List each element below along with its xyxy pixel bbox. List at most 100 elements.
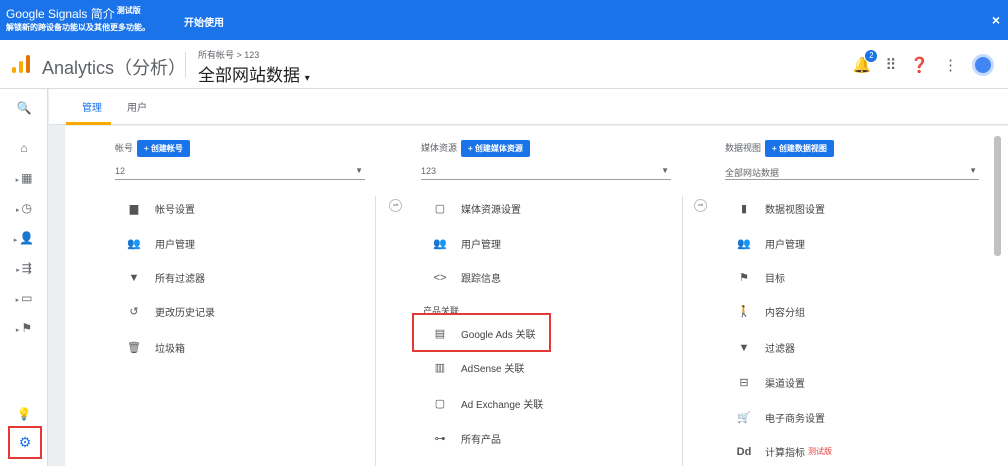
account-settings[interactable]: ▆ 帐号设置 (125, 201, 195, 216)
view-selector-label: 全部网站数据 (198, 66, 300, 85)
header-actions: 🔔 2 ⠿ ❓ ⋮ (853, 50, 994, 76)
column-toggle-icon[interactable]: ⇒ (389, 199, 402, 212)
calculated-metrics[interactable]: Dd 计算指标 测试版 (735, 444, 832, 460)
column-toggle-icon[interactable]: ⇒ (694, 199, 707, 212)
ad-exchange-linking-label: Ad Exchange 关联 (461, 400, 544, 411)
people-icon: 👥 (737, 238, 751, 250)
change-history[interactable]: ↺ 更改历史记录 (125, 304, 215, 319)
people-icon: 👥 (433, 238, 447, 250)
ad-exchange-linking[interactable]: ▢ Ad Exchange 关联 (431, 396, 543, 411)
account-select-value: 12 (115, 166, 126, 176)
account-user-management-label: 用户管理 (155, 240, 195, 251)
acquisition-icon[interactable]: ▸ ⇶ (0, 261, 48, 275)
view-settings[interactable]: ▮ 数据视图设置 (735, 201, 825, 216)
property-label: 媒体资源 (421, 143, 458, 153)
avatar[interactable] (972, 54, 994, 76)
gear-icon[interactable]: ⚙ (10, 434, 40, 451)
close-icon[interactable]: × (992, 12, 1000, 28)
goals-label: 目标 (765, 274, 785, 285)
adsense-icon: ▥ (434, 362, 446, 374)
content-grouping[interactable]: 🚶 内容分组 (735, 304, 805, 319)
audience-icon[interactable]: ▸ 👤 (0, 231, 48, 245)
people-icon: 👥 (127, 238, 141, 250)
active-tab-underline (66, 122, 111, 125)
create-property-button[interactable]: + 创建媒体资源 (461, 140, 530, 157)
property-user-management[interactable]: 👥 用户管理 (431, 236, 501, 251)
property-select-value: 123 (421, 166, 437, 176)
ecommerce-settings-label: 电子商务设置 (765, 414, 825, 425)
view-filters[interactable]: ▼ 过滤器 (735, 340, 795, 356)
property-settings[interactable]: ▢ 媒体资源设置 (431, 201, 521, 216)
dropdown-caret-icon: ▼ (661, 166, 669, 175)
trash-icon: 🗑 (127, 342, 141, 354)
history-icon: ↺ (129, 306, 139, 318)
property-select[interactable]: 123 ▼ (421, 166, 671, 180)
tracking-info-label: 跟踪信息 (461, 274, 501, 285)
customization-icon[interactable]: ▸ ▦ (0, 171, 48, 185)
account-select[interactable]: 12 ▼ (115, 166, 365, 180)
beta-badge: 测试版 (808, 447, 832, 456)
scrollbar-thumb[interactable] (994, 136, 1001, 256)
scrollbar[interactable] (993, 126, 1008, 466)
view-selector[interactable]: 全部网站数据 ▾ (198, 61, 310, 86)
admin-tabs: 管理 用户 (49, 89, 1008, 125)
channel-icon: ⊟ (739, 377, 749, 389)
view-user-management[interactable]: 👥 用户管理 (735, 236, 805, 251)
all-filters[interactable]: ▼ 所有过滤器 (125, 270, 205, 286)
code-icon: <> (433, 271, 447, 284)
view-user-management-label: 用户管理 (765, 240, 805, 251)
adsense-linking[interactable]: ▥ AdSense 关联 (431, 360, 525, 375)
behavior-icon[interactable]: ▸ ▭ (0, 291, 48, 305)
trash-can[interactable]: 🗑 垃圾箱 (125, 340, 185, 355)
beta-badge: 测试版 (116, 6, 141, 15)
all-products[interactable]: ⊶ 所有产品 (431, 431, 502, 446)
admin-panel: 帐号 + 创建帐号 12 ▼ ▆ 帐号设置 👥 用户管理 ▼ 所有过滤器 ↺ 更改历史记录 … (65, 126, 993, 466)
create-account-button[interactable]: + 创建帐号 (137, 140, 190, 157)
dd-icon: Dd (736, 445, 752, 458)
app-name: Analytics（分析） (42, 58, 187, 78)
view-column: 数据视图 + 创建数据视图 全部网站数据 ▼ ▮ 数据视图设置 👥 用户管理 ⚑ 目标 🚶… (725, 126, 979, 466)
view-label: 数据视图 (725, 143, 762, 153)
banner-title: Google Signals 简介 测试版 (6, 5, 141, 22)
column-divider (375, 196, 376, 466)
help-icon[interactable]: ❓ (910, 56, 929, 74)
account-column: 帐号 + 创建帐号 12 ▼ ▆ 帐号设置 👥 用户管理 ▼ 所有过滤器 ↺ 更改历史记录 … (115, 126, 365, 466)
discover-icon[interactable]: 💡 (0, 407, 48, 421)
account-label: 帐号 (115, 143, 134, 153)
more-vert-icon[interactable]: ⋮ (943, 56, 958, 74)
column-divider (682, 196, 683, 466)
left-nav: 🔍 ⌂ ▸ ▦ ▸ ◷ ▸ 👤 ▸ ⇶ ▸ ▭ ▸ ⚑ 💡 ⚙ (0, 89, 48, 466)
tab-admin[interactable]: 管理 (82, 99, 102, 114)
goals[interactable]: ⚑ 目标 (735, 270, 785, 285)
tracking-info[interactable]: <> 跟踪信息 (431, 270, 501, 286)
realtime-icon[interactable]: ▸ ◷ (0, 201, 48, 215)
search-icon[interactable]: 🔍 (0, 101, 48, 115)
cart-icon: 🛒 (737, 412, 751, 424)
breadcrumb[interactable]: 所有帐号 > 123 (198, 48, 259, 61)
property-header: 媒体资源 + 创建媒体资源 (421, 140, 530, 157)
building-icon: ▆ (129, 203, 139, 215)
conversions-icon[interactable]: ▸ ⚑ (0, 321, 48, 335)
account-header: 帐号 + 创建帐号 (115, 140, 190, 157)
channel-settings[interactable]: ⊟ 渠道设置 (735, 375, 805, 390)
create-view-button[interactable]: + 创建数据视图 (765, 140, 834, 157)
chevron-down-icon: ▾ (304, 73, 310, 84)
dropdown-caret-icon: ▼ (969, 166, 977, 175)
analytics-logo-icon (12, 55, 30, 73)
tab-users[interactable]: 用户 (127, 99, 147, 114)
flag-icon: ⚑ (739, 272, 749, 284)
property-settings-label: 媒体资源设置 (461, 205, 521, 216)
notifications-icon[interactable]: 🔔 2 (853, 50, 878, 74)
view-filters-label: 过滤器 (765, 344, 795, 355)
apps-grid-icon[interactable]: ⠿ (885, 56, 896, 74)
notification-badge: 2 (865, 50, 878, 62)
start-button[interactable]: 开始使用 (184, 14, 224, 29)
ecommerce-settings[interactable]: 🛒 电子商务设置 (735, 410, 825, 425)
window-icon: ▢ (434, 203, 446, 215)
home-icon[interactable]: ⌂ (0, 141, 48, 155)
person-walk-icon: 🚶 (737, 306, 751, 318)
adsense-linking-label: AdSense 关联 (461, 364, 525, 375)
all-filters-label: 所有过滤器 (155, 274, 205, 285)
account-user-management[interactable]: 👥 用户管理 (125, 236, 195, 251)
view-select[interactable]: 全部网站数据 ▼ (725, 166, 979, 180)
